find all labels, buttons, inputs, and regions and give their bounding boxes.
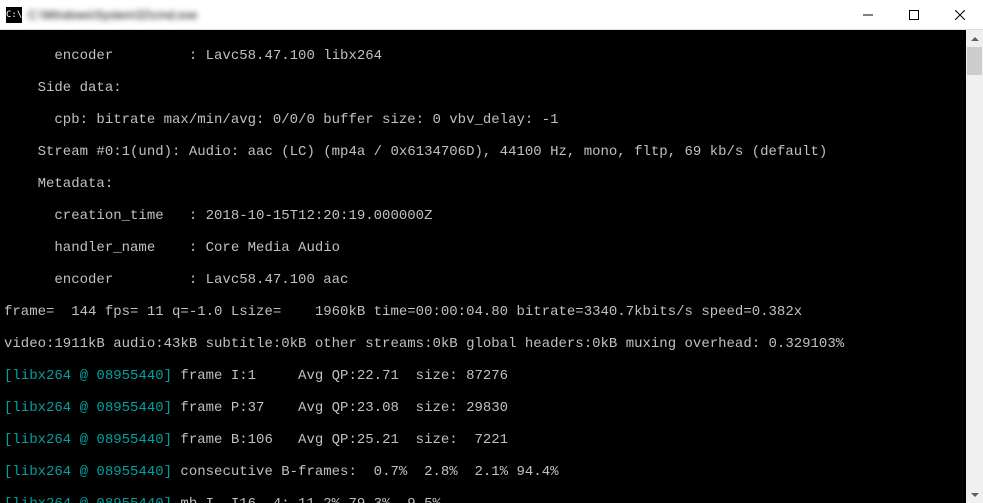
output-line: handler_name : Core Media Audio (4, 240, 966, 256)
minimize-icon (863, 10, 873, 20)
client-area: encoder : Lavc58.47.100 libx264 Side dat… (0, 30, 983, 503)
output-line: [libx264 @ 08955440] frame B:106 Avg QP:… (4, 432, 966, 448)
output-line: Stream #0:1(und): Audio: aac (LC) (mp4a … (4, 144, 966, 160)
libx264-tag: [libx264 @ 08955440] (4, 496, 172, 503)
scrollbar-thumb[interactable] (967, 47, 982, 75)
output-line: Metadata: (4, 176, 966, 192)
output-line: encoder : Lavc58.47.100 libx264 (4, 48, 966, 64)
output-line: frame= 144 fps= 11 q=-1.0 Lsize= 1960kB … (4, 304, 966, 320)
output-line: Side data: (4, 80, 966, 96)
output-line: video:1911kB audio:43kB subtitle:0kB oth… (4, 336, 966, 352)
minimize-button[interactable] (845, 0, 891, 30)
output-line: [libx264 @ 08955440] consecutive B-frame… (4, 464, 966, 480)
output-line: [libx264 @ 08955440] frame I:1 Avg QP:22… (4, 368, 966, 384)
chevron-down-icon (971, 491, 979, 499)
output-line: cpb: bitrate max/min/avg: 0/0/0 buffer s… (4, 112, 966, 128)
maximize-icon (909, 10, 919, 20)
libx264-tag: [libx264 @ 08955440] (4, 464, 172, 480)
scroll-down-button[interactable] (966, 486, 983, 503)
window-title: C:\Windows\System32\cmd.exe (28, 8, 197, 22)
libx264-tag: [libx264 @ 08955440] (4, 368, 172, 384)
scrollbar-track[interactable] (966, 47, 983, 486)
libx264-tag: [libx264 @ 08955440] (4, 400, 172, 416)
output-line: creation_time : 2018-10-15T12:20:19.0000… (4, 208, 966, 224)
output-line: [libx264 @ 08955440] mb I I16..4: 11.2% … (4, 496, 966, 503)
maximize-button[interactable] (891, 0, 937, 30)
libx264-tag: [libx264 @ 08955440] (4, 432, 172, 448)
cmd-icon: C:\ (6, 7, 22, 23)
console-output[interactable]: encoder : Lavc58.47.100 libx264 Side dat… (0, 30, 966, 503)
vertical-scrollbar[interactable] (966, 30, 983, 503)
close-icon (955, 10, 965, 20)
window-titlebar: C:\ C:\Windows\System32\cmd.exe (0, 0, 983, 30)
close-button[interactable] (937, 0, 983, 30)
output-line: encoder : Lavc58.47.100 aac (4, 272, 966, 288)
chevron-up-icon (971, 35, 979, 43)
output-line: [libx264 @ 08955440] frame P:37 Avg QP:2… (4, 400, 966, 416)
scroll-up-button[interactable] (966, 30, 983, 47)
